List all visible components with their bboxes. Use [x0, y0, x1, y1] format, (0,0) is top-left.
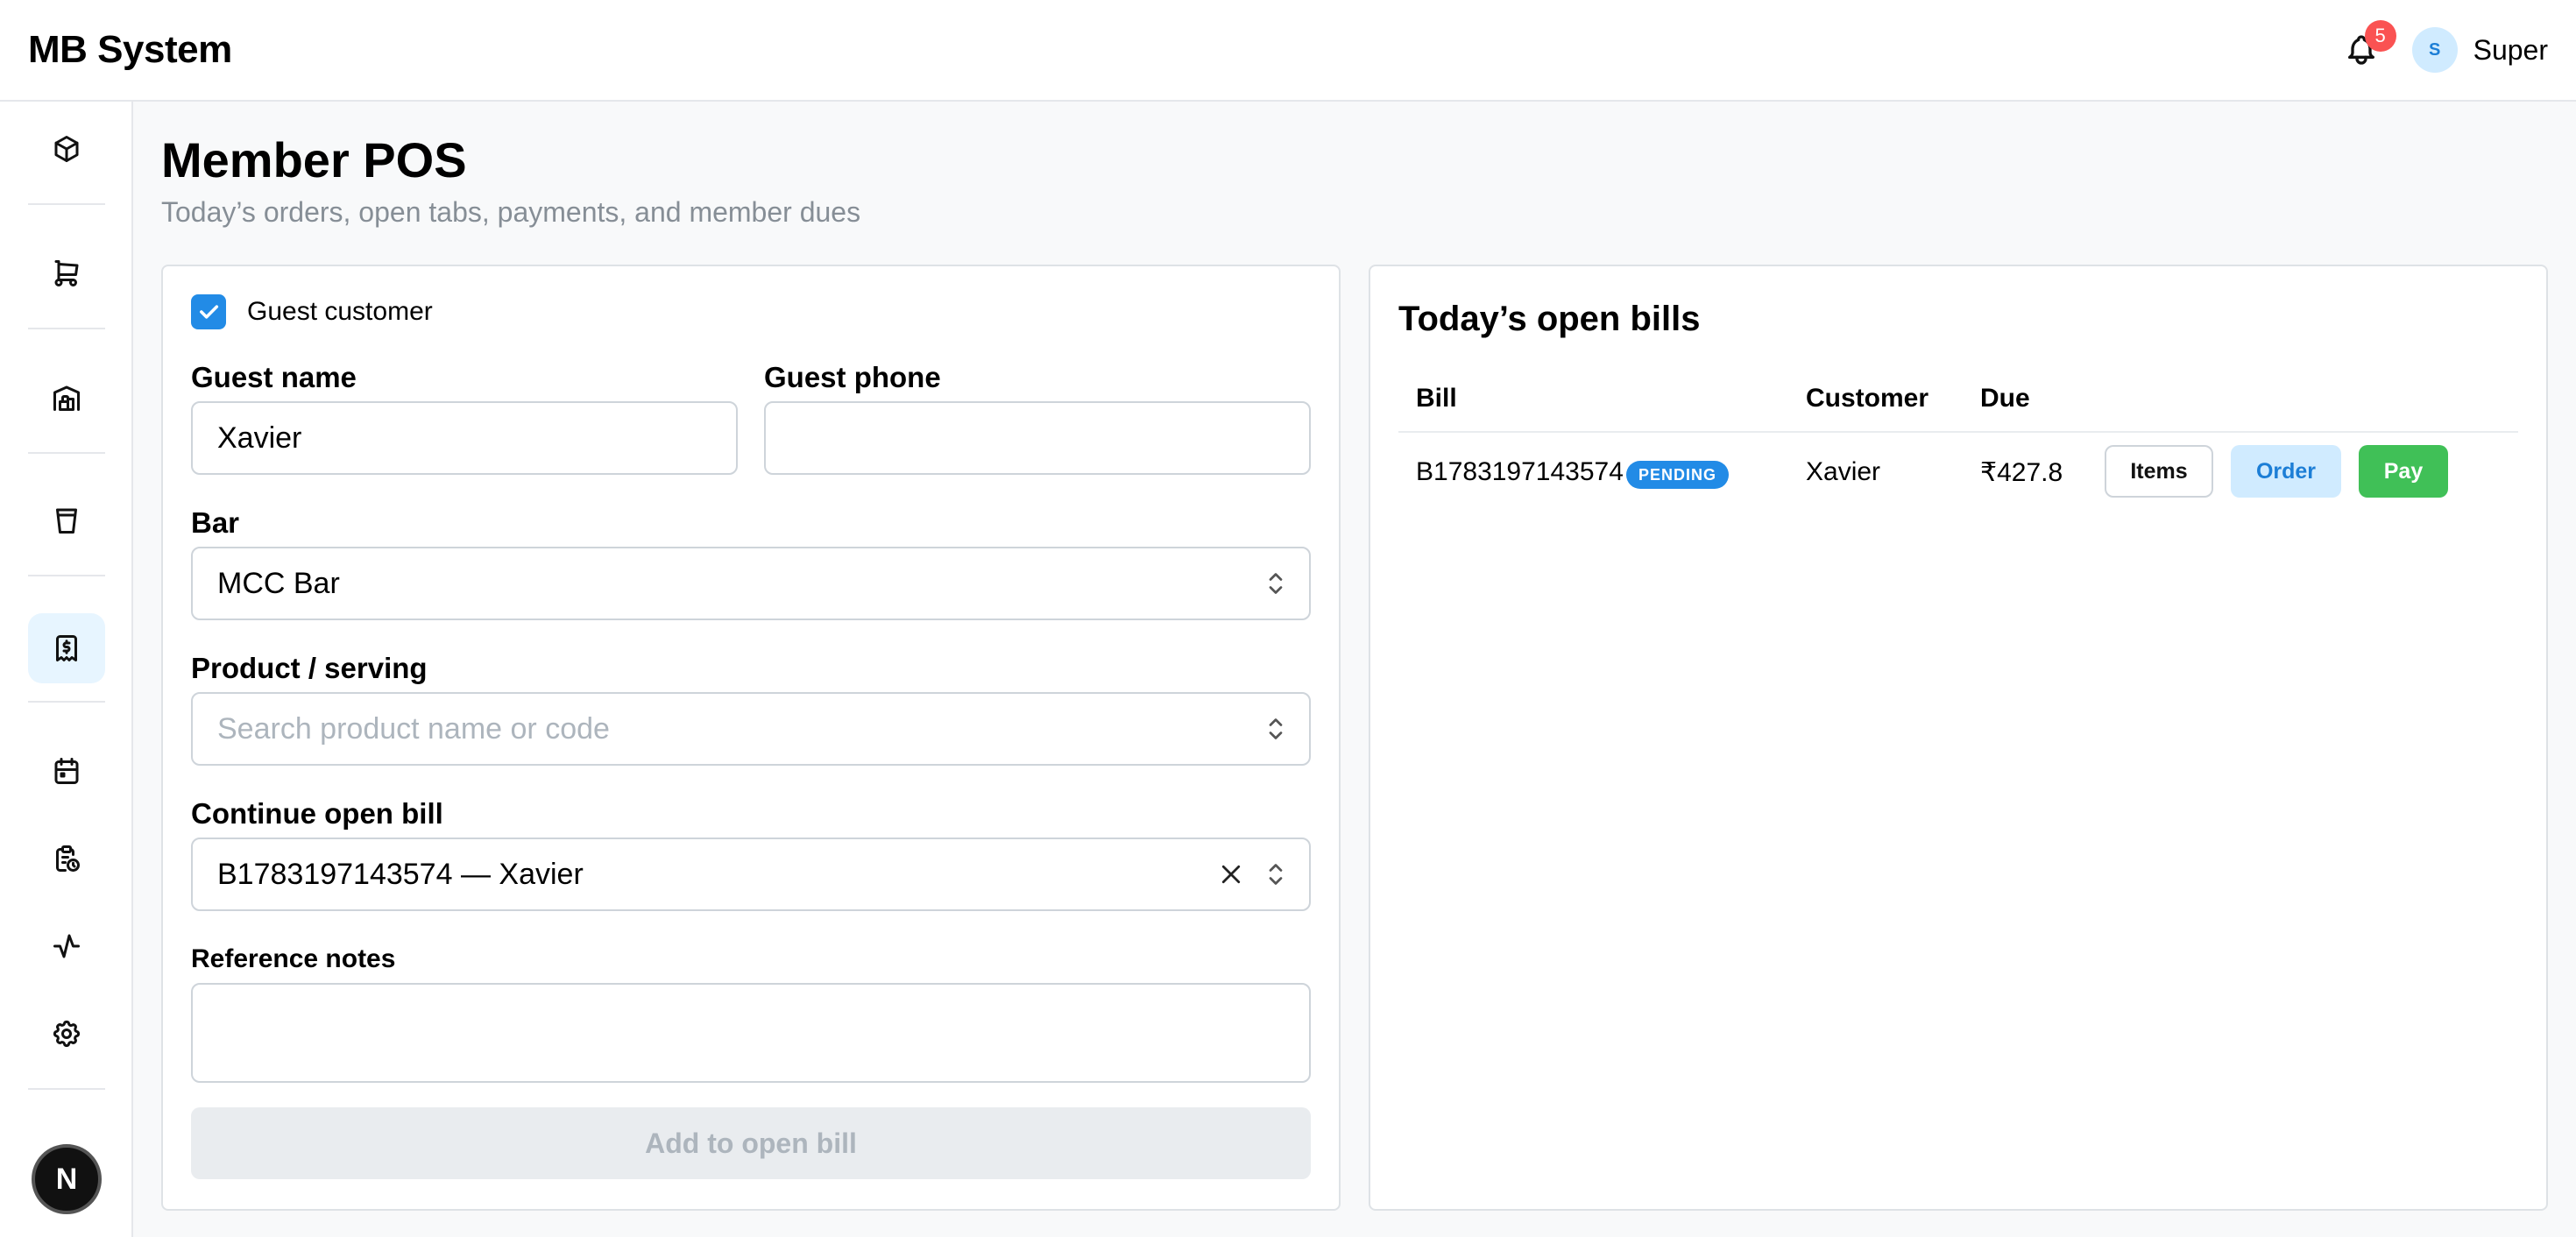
sidebar-item-calendar[interactable]	[28, 736, 105, 806]
bar-select[interactable]: MCC Bar	[191, 547, 1311, 620]
reference-notes-label: Reference notes	[191, 944, 396, 973]
add-to-open-bill-button[interactable]: Add to open bill	[191, 1107, 1311, 1179]
open-bills-card: Today’s open bills Bill Customer Due B17…	[1369, 265, 2548, 1211]
receipt-dollar-icon	[56, 635, 77, 661]
gear-icon	[53, 1020, 81, 1048]
guest-phone-label: Guest phone	[764, 361, 941, 393]
notifications-button[interactable]: 5	[2335, 20, 2396, 76]
warehouse-icon	[53, 385, 80, 411]
open-bills-title: Today’s open bills	[1398, 300, 1701, 338]
top-header: MB System 5 S Super	[0, 0, 2576, 102]
sidebar-divider	[28, 1088, 105, 1090]
sidebar-divider	[28, 328, 105, 329]
bill-customer: Xavier	[1806, 457, 1881, 486]
sidebar-divider	[28, 452, 105, 454]
header-right: 5 S Super	[2335, 20, 2548, 76]
page-subtitle: Today’s orders, open tabs, payments, and…	[161, 196, 861, 228]
notification-badge: 5	[2364, 20, 2396, 52]
user-name: Super	[2473, 33, 2548, 66]
clear-icon[interactable]	[1218, 861, 1244, 887]
table-header-divider	[1398, 431, 2518, 433]
avatar: S	[2411, 27, 2458, 73]
guest-name-input[interactable]: Xavier	[191, 401, 738, 475]
sidebar-divider	[28, 575, 105, 576]
column-header-bill: Bill	[1416, 384, 1457, 413]
sidebar-divider	[28, 701, 105, 703]
open-bill-label: Continue open bill	[191, 797, 443, 830]
bar-label: Bar	[191, 506, 240, 539]
sidebar-item-activity[interactable]	[28, 911, 105, 981]
chevron-up-down-icon	[1269, 864, 1283, 885]
pay-button[interactable]: Pay	[2359, 445, 2448, 498]
product-search-select[interactable]: Search product name or code	[191, 692, 1311, 766]
guest-name-value: Xavier	[217, 421, 302, 455]
guest-phone-input[interactable]	[764, 401, 1311, 475]
product-search-placeholder: Search product name or code	[217, 711, 610, 746]
guest-customer-checkbox-row[interactable]: Guest customer	[191, 294, 433, 329]
activity-icon	[53, 934, 80, 958]
bill-number: B1783197143574	[1416, 457, 1624, 486]
box-icon	[54, 136, 79, 162]
order-form-card: Guest customer Guest name Xavier Guest p…	[161, 265, 1341, 1211]
bill-due: ₹427.8	[1980, 458, 2063, 487]
items-button[interactable]: Items	[2105, 445, 2213, 498]
reference-notes-textarea[interactable]	[191, 983, 1311, 1083]
open-bill-select-value: B1783197143574 — Xavier	[217, 857, 584, 891]
product-label: Product / serving	[191, 652, 428, 684]
cart-icon	[54, 260, 79, 286]
clipboard-clock-icon	[56, 845, 80, 872]
bar-select-value: MCC Bar	[217, 566, 340, 600]
column-header-customer: Customer	[1806, 384, 1929, 413]
user-menu[interactable]: S Super	[2411, 27, 2548, 73]
order-button[interactable]: Order	[2231, 445, 2341, 498]
guest-name-label: Guest name	[191, 361, 357, 393]
sidebar-item-warehouse[interactable]	[28, 363, 105, 433]
guest-customer-checkbox[interactable]	[191, 294, 226, 329]
sidebar-item-sales[interactable]	[28, 238, 105, 308]
column-header-due: Due	[1980, 384, 2030, 413]
chevron-up-down-icon	[1269, 718, 1283, 739]
app-title: MB System	[28, 28, 232, 71]
sidebar-item-pos[interactable]	[28, 613, 105, 683]
calendar-icon	[54, 758, 79, 784]
sidebar-item-reports[interactable]	[28, 823, 105, 894]
status-badge: PENDING	[1626, 461, 1730, 489]
guest-customer-label: Guest customer	[247, 297, 433, 326]
framework-logo[interactable]: N	[32, 1144, 102, 1214]
chevron-up-down-icon	[1269, 573, 1283, 594]
page-title: Member POS	[161, 132, 467, 187]
sidebar-divider	[28, 203, 105, 205]
cup-icon	[56, 508, 77, 534]
sidebar-item-settings[interactable]	[28, 999, 105, 1069]
sidebar-item-inventory[interactable]	[28, 114, 105, 184]
open-bill-select[interactable]: B1783197143574 — Xavier	[191, 838, 1311, 911]
sidebar-item-bar[interactable]	[28, 485, 105, 555]
sidebar: N	[0, 102, 133, 1237]
check-icon	[200, 305, 219, 319]
